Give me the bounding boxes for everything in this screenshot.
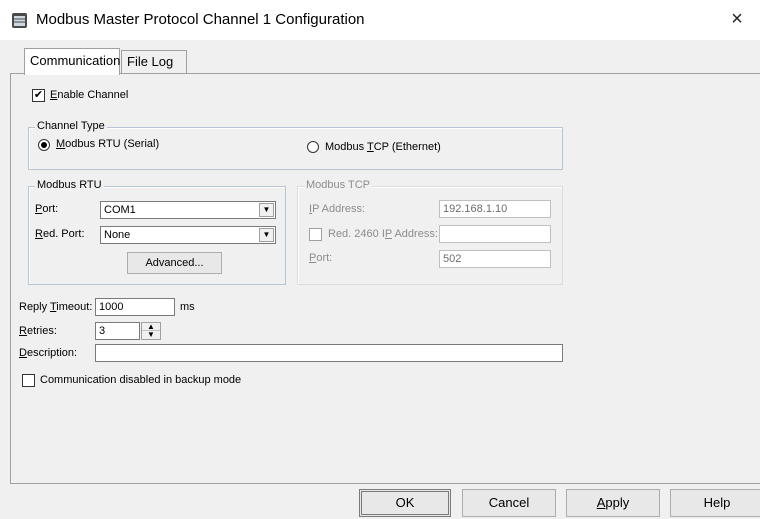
tcp-port-label: Port: (309, 252, 333, 264)
reply-timeout-field[interactable]: 1000 (95, 298, 175, 316)
retries-label: Retries: (19, 325, 57, 337)
modbus-rtu-legend: Modbus RTU (35, 179, 104, 191)
modbus-rtu-group: Modbus RTU Port: COM1 ▼ Red. Port: None … (28, 179, 286, 285)
tab-communication-label: Communication (30, 53, 121, 68)
enable-channel-label: Enable Channel (50, 89, 129, 101)
tab-file-log[interactable]: File Log (121, 50, 187, 74)
title-bar: Modbus Master Protocol Channel 1 Configu… (0, 0, 760, 40)
port-label: Port: (35, 203, 59, 215)
channel-type-group: Channel Type Modbus RTU (Serial) Modbus … (28, 120, 563, 170)
button-bar-separator (10, 483, 760, 484)
ip-address-label: IP Address: (309, 203, 366, 215)
modbus-tcp-radio-label: Modbus TCP (Ethernet) (325, 141, 441, 153)
ok-button-label: OK (395, 495, 415, 510)
enable-channel-checkbox[interactable]: ✔ (32, 89, 45, 102)
description-label: Description: (19, 347, 78, 359)
check-icon: ✔ (33, 89, 44, 101)
spin-down-icon[interactable]: ▼ (142, 331, 160, 339)
radio-selected-dot (41, 142, 47, 148)
red-port-dropdown-value: None (104, 229, 131, 241)
red-port-dropdown[interactable]: None ▼ (100, 226, 276, 244)
ok-button[interactable]: OK (359, 489, 451, 517)
help-button-label: Help (703, 495, 731, 510)
port-dropdown[interactable]: COM1 ▼ (100, 201, 276, 219)
red-ip-address-label: Red. 2460 IP Address: (328, 228, 438, 240)
port-dropdown-value: COM1 (104, 204, 136, 216)
dropdown-arrow-icon[interactable]: ▼ (259, 228, 274, 242)
backup-mode-label: Communication disabled in backup mode (40, 374, 242, 386)
communication-panel: ✔ Enable Channel Channel Type Modbus RTU… (10, 73, 760, 483)
tab-communication[interactable]: Communication (24, 48, 120, 75)
modbus-rtu-radio[interactable] (38, 139, 50, 151)
reply-timeout-unit: ms (180, 301, 195, 313)
close-icon: × (731, 7, 743, 30)
modbus-tcp-legend: Modbus TCP (304, 179, 372, 191)
tcp-port-field[interactable]: 502 (439, 250, 551, 268)
ip-address-field[interactable]: 192.168.1.10 (439, 200, 551, 218)
modbus-tcp-group: Modbus TCP IP Address: 192.168.1.10 Red.… (297, 179, 563, 285)
close-button[interactable]: × (714, 0, 760, 38)
cancel-button[interactable]: Cancel (462, 489, 556, 517)
tab-file-log-label: File Log (127, 54, 174, 69)
app-icon (12, 13, 27, 28)
window-title: Modbus Master Protocol Channel 1 Configu… (36, 11, 365, 28)
modbus-rtu-radio-label: Modbus RTU (Serial) (56, 138, 160, 150)
help-button[interactable]: Help (670, 489, 760, 517)
red-port-label: Red. Port: (35, 228, 85, 240)
reply-timeout-label: Reply Timeout: (19, 301, 93, 313)
retries-field[interactable]: 3 (95, 322, 140, 340)
advanced-button[interactable]: Advanced... (127, 252, 222, 274)
backup-mode-checkbox[interactable] (22, 374, 35, 387)
modbus-tcp-radio[interactable] (307, 141, 319, 153)
red-ip-address-checkbox[interactable] (309, 228, 322, 241)
red-ip-address-field[interactable] (439, 225, 551, 243)
retries-spinner[interactable]: ▲ ▼ (141, 322, 161, 340)
channel-type-legend: Channel Type (35, 120, 107, 132)
dropdown-arrow-icon[interactable]: ▼ (259, 203, 274, 217)
apply-button-label: Apply (596, 495, 630, 510)
advanced-button-label: Advanced... (145, 257, 204, 269)
dialog-client: Communication File Log ✔ Enable Channel … (0, 40, 760, 519)
description-field[interactable] (95, 344, 563, 362)
cancel-button-label: Cancel (488, 495, 530, 510)
apply-button[interactable]: Apply (566, 489, 660, 517)
